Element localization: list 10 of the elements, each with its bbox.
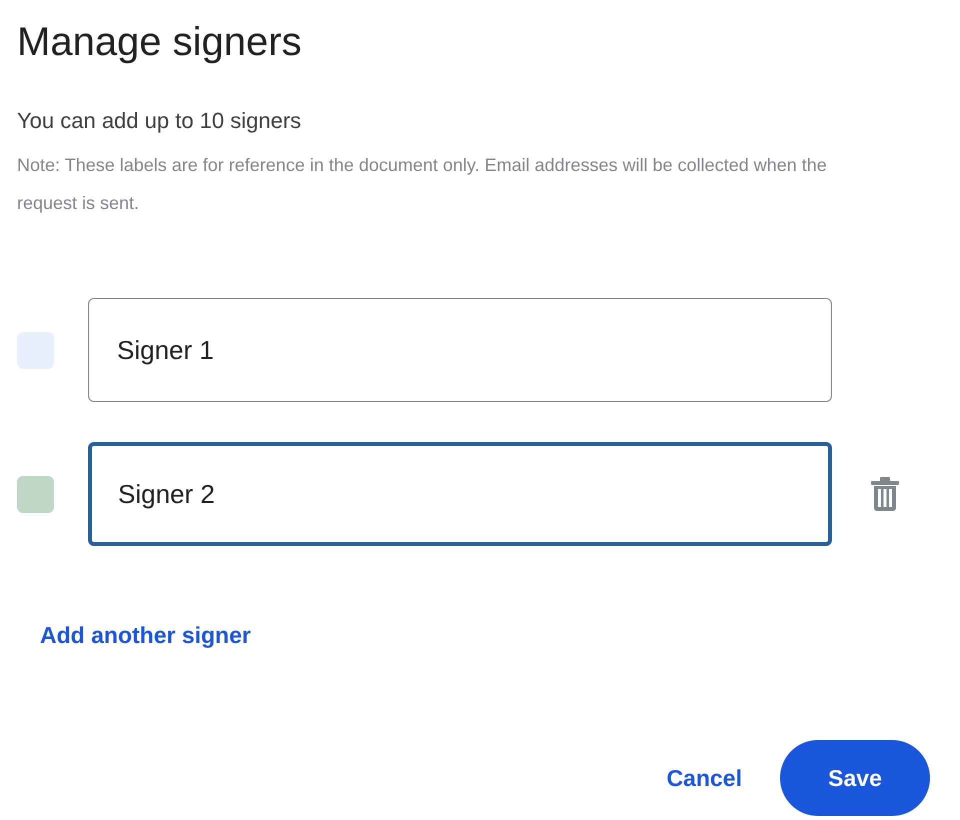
cancel-button[interactable]: Cancel	[664, 756, 744, 800]
signer-name-field[interactable]: Signer 1	[88, 298, 832, 402]
note-text: Note: These labels are for reference in the document only. Email addresses will be collected when the request is sent.	[17, 154, 828, 215]
subtitle-text: You can add up to 10 signers	[17, 107, 302, 135]
delete-icon[interactable]	[870, 477, 900, 511]
dialog-title: Manage signers	[17, 19, 303, 66]
signer-name-field[interactable]: Signer 2	[88, 442, 832, 546]
add-signer-link[interactable]: Add another signer	[40, 620, 251, 650]
color-swatch[interactable]	[17, 476, 54, 512]
save-button[interactable]: Save	[780, 740, 930, 816]
